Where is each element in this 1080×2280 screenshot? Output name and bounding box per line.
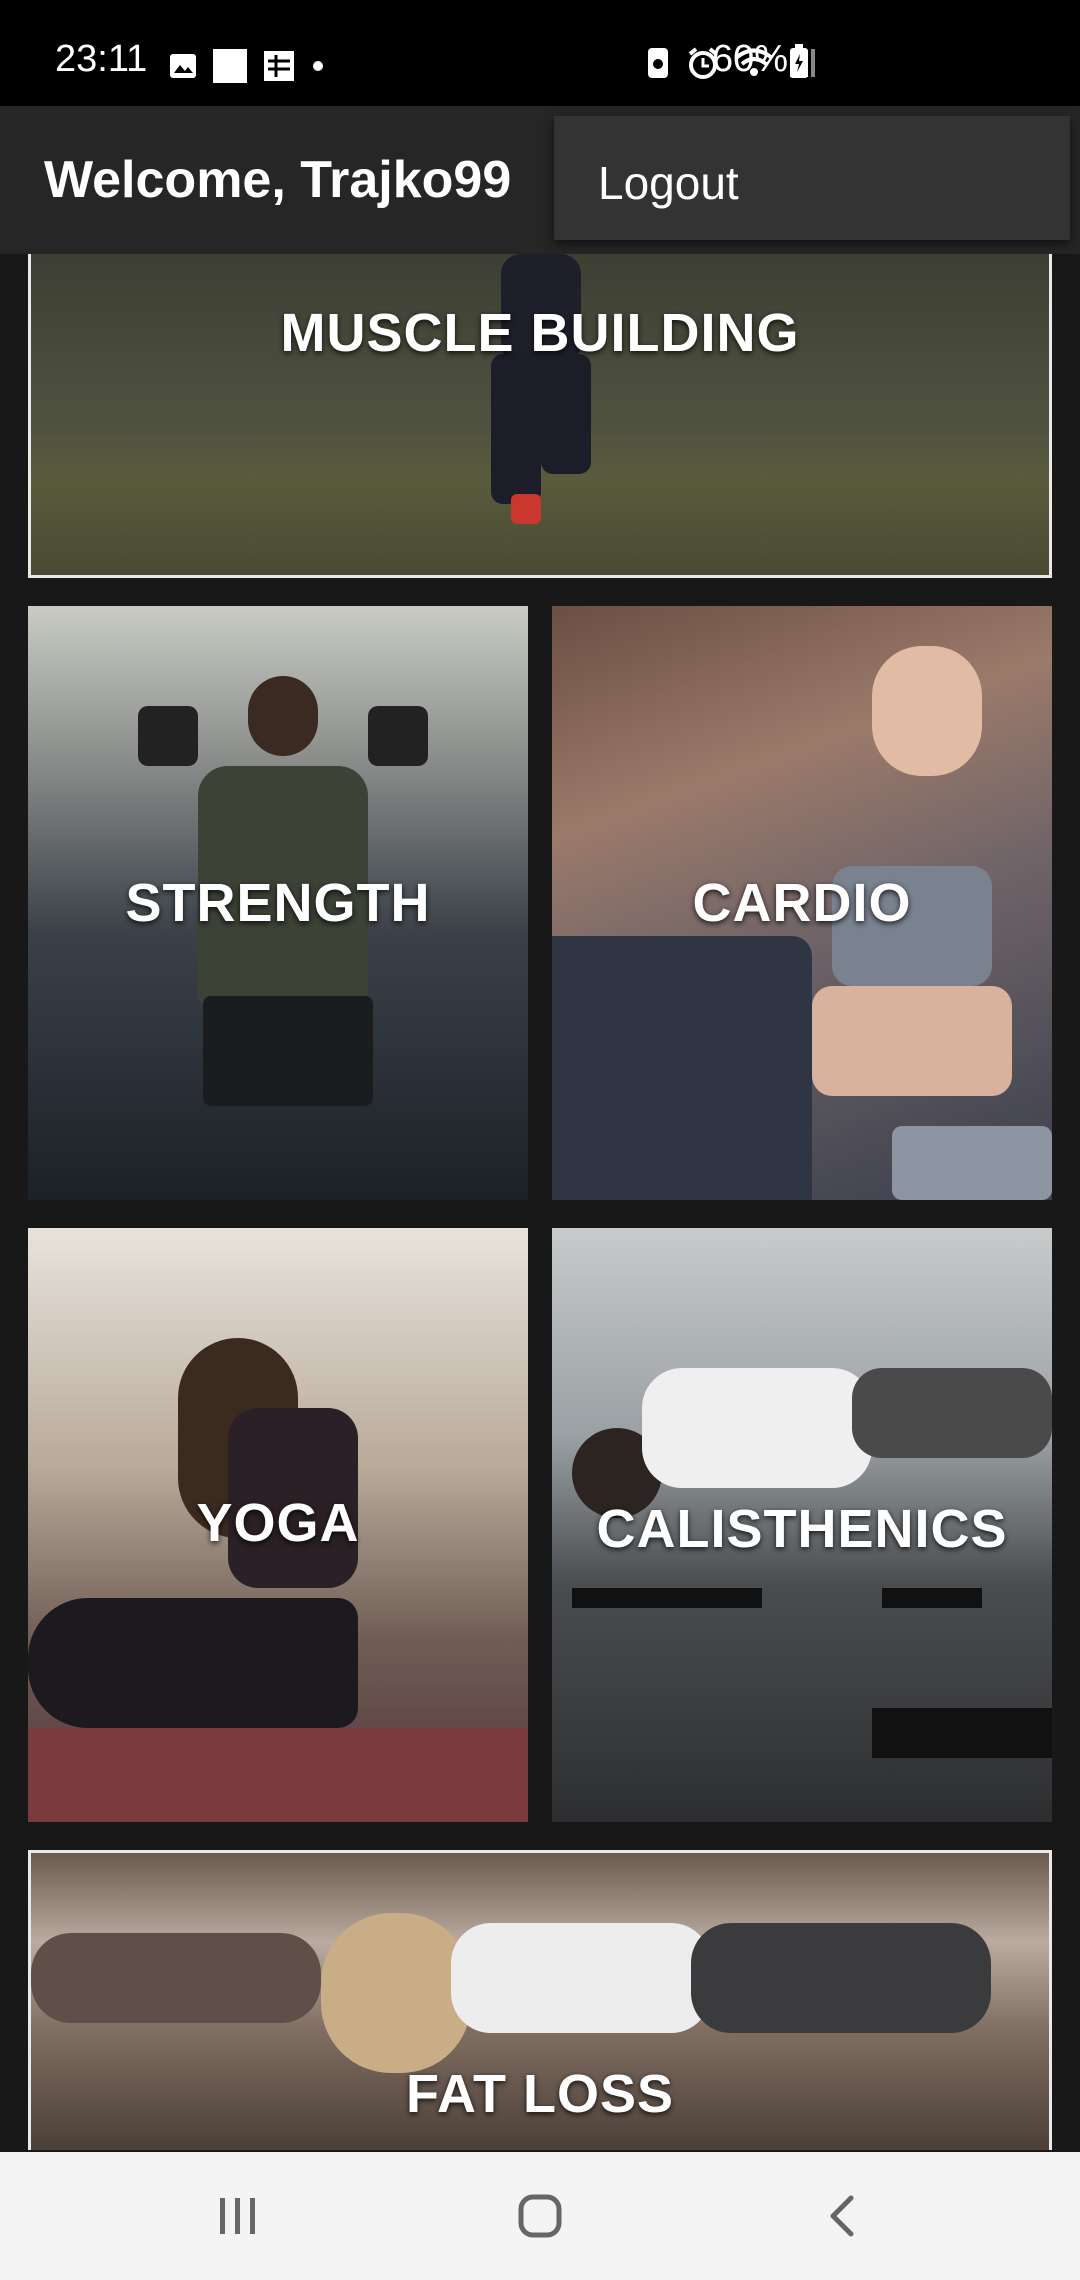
logout-menu-item[interactable]: Logout (598, 156, 739, 210)
app-header: Welcome, Trajko99 Logout (0, 106, 1080, 254)
image-icon (170, 54, 196, 78)
battery-percent: 60% (712, 38, 789, 80)
status-bar: 23:11 60% (0, 0, 1080, 106)
category-tile-cardio[interactable]: CARDIO (552, 606, 1052, 1200)
category-tile-calisthenics[interactable]: CALISTHENICS (552, 1228, 1052, 1822)
category-label: STRENGTH (125, 873, 431, 933)
back-button[interactable] (782, 2152, 902, 2280)
category-tile-strength[interactable]: STRENGTH (28, 606, 528, 1200)
status-left-icons (168, 48, 326, 84)
tile-photo (552, 936, 812, 1200)
category-label: CARDIO (692, 873, 912, 933)
home-icon (518, 2194, 562, 2238)
home-button[interactable] (480, 2152, 600, 2280)
overflow-menu: Logout (554, 116, 1070, 240)
photos-icon (264, 51, 294, 81)
back-icon (830, 2195, 854, 2237)
category-tile-fat-loss[interactable]: FAT LOSS (28, 1850, 1052, 2150)
system-nav-bar (0, 2152, 1080, 2280)
recents-button[interactable] (178, 2152, 298, 2280)
battery-icon (790, 44, 808, 78)
category-label: MUSCLE BUILDING (280, 303, 800, 363)
category-tile-yoga[interactable]: YOGA (28, 1228, 528, 1822)
welcome-text: Welcome, Trajko99 (44, 151, 512, 209)
square-icon (213, 49, 247, 83)
category-tile-muscle-building[interactable]: MUSCLE BUILDING (28, 254, 1052, 578)
category-label: FAT LOSS (405, 2064, 674, 2124)
tile-photo (471, 254, 611, 554)
vibrate-icon (648, 48, 668, 78)
category-label: YOGA (196, 1493, 360, 1553)
status-time: 23:11 (55, 38, 148, 80)
recents-icon (220, 2198, 255, 2234)
category-label: CALISTHENICS (596, 1499, 1008, 1559)
dot-icon (313, 61, 323, 71)
